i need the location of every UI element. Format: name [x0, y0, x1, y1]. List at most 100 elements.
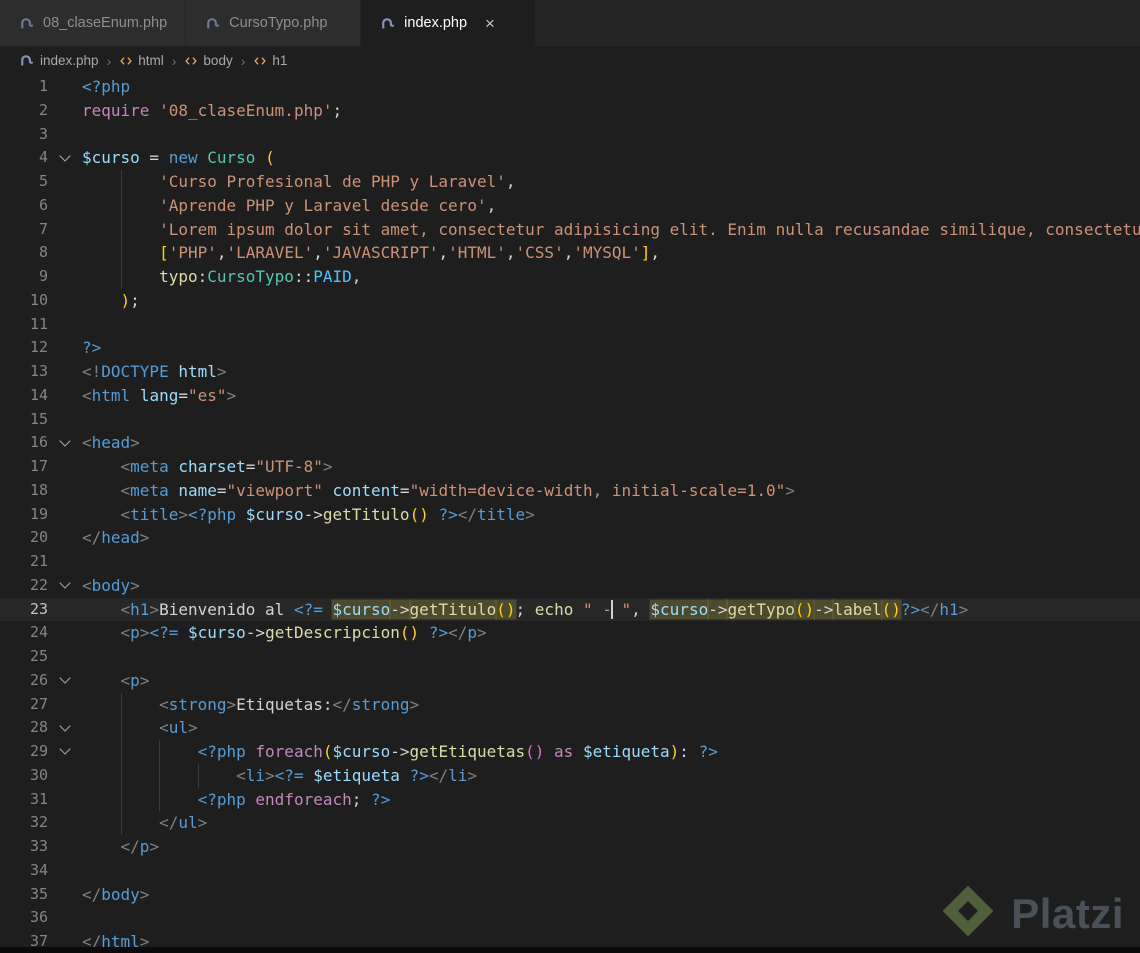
code-text: <h1>Bienvenido al <?= $curso->getTitulo(…	[120, 599, 969, 619]
tab-CursoTypo.php[interactable]: CursoTypo.php	[186, 0, 362, 46]
indent-guide	[120, 217, 122, 242]
code-line-3[interactable]: 3	[0, 123, 1140, 147]
code-line-15[interactable]: 15	[0, 408, 1140, 432]
code-line-26[interactable]: 26 <p>	[0, 669, 1140, 693]
breadcrumb-item-body[interactable]: body	[184, 53, 233, 68]
code-line-10[interactable]: 10);	[0, 289, 1140, 313]
html-symbol-icon	[253, 54, 267, 68]
code-line-16[interactable]: 16 <head>	[0, 431, 1140, 455]
tab-bar: 08_claseEnum.php CursoTypo.php index.php ×	[0, 0, 1140, 46]
indent-guide	[120, 740, 122, 764]
breadcrumb: index.php › html › body › h1	[0, 46, 1140, 75]
code-line-34[interactable]: 34	[0, 859, 1140, 883]
code-line-31[interactable]: 31 <?php endforeach; ?>	[0, 787, 1140, 812]
fold-chevron-icon[interactable]	[48, 431, 82, 455]
code-line-19[interactable]: 19 <title><?php $curso->getTitulo() ?></t…	[0, 503, 1140, 527]
fold-chevron-icon[interactable]	[48, 669, 82, 693]
line-number: 29	[29, 742, 48, 760]
code-line-22[interactable]: 22 <body>	[0, 574, 1140, 598]
breadcrumb-label: html	[138, 53, 164, 68]
fold-chevron-icon[interactable]	[48, 716, 82, 740]
code-line-11[interactable]: 11	[0, 313, 1140, 337]
breadcrumb-item-h1[interactable]: h1	[253, 53, 287, 68]
code-line-28[interactable]: 28 <ul>	[0, 716, 1140, 740]
code-line-7[interactable]: 7 'Lorem ipsum dolor sit amet, consectetu…	[0, 217, 1140, 242]
code-line-35[interactable]: 35 </body>	[0, 883, 1140, 907]
code-text: </p>	[120, 837, 160, 856]
code-line-9[interactable]: 9 typo:CursoTypo::PAID,	[0, 265, 1140, 289]
php-icon	[204, 15, 221, 32]
tab-08_claseEnum.php[interactable]: 08_claseEnum.php	[0, 0, 187, 46]
code-line-23[interactable]: 23 <h1>Bienvenido al <?= $curso->getTitul…	[0, 597, 1140, 622]
line-number: 21	[29, 552, 48, 570]
code-line-2[interactable]: 2 require '08_claseEnum.php';	[0, 99, 1140, 123]
fold-chevron-icon[interactable]	[48, 740, 82, 764]
tab-label: CursoTypo.php	[229, 15, 328, 31]
breadcrumb-item-html[interactable]: html	[119, 53, 164, 68]
line-number: 26	[29, 670, 48, 689]
html-symbol-icon	[184, 54, 198, 68]
code-line-17[interactable]: 17 <meta charset="UTF-8">	[0, 455, 1140, 479]
code-line-29[interactable]: 29 <?php foreach($curso->getEtiquetas() a…	[0, 740, 1140, 764]
tab-label: 08_claseEnum.php	[43, 15, 168, 31]
code-text: <?php	[82, 77, 131, 96]
code-line-1[interactable]: 1 <?php	[0, 75, 1140, 99]
code-line-25[interactable]: 25	[0, 645, 1140, 669]
code-line-18[interactable]: 18 <meta name="viewport" content="width=d…	[0, 479, 1140, 503]
code-text: );	[120, 290, 140, 310]
code-line-20[interactable]: 20 </head>	[0, 526, 1140, 550]
code-line-27[interactable]: 27 <strong>Etiquetas:</strong>	[0, 692, 1140, 717]
code-line-5[interactable]: 5 'Curso Profesional de PHP y Laravel',	[0, 170, 1140, 194]
code-text: <html lang="es">	[82, 385, 237, 405]
code-text: <ul>	[82, 716, 1140, 740]
code-line-13[interactable]: 13 <!DOCTYPE html>	[0, 360, 1140, 384]
indent-guide	[120, 241, 122, 265]
code-line-30[interactable]: 30 <li><?= $etiqueta ?></li>	[0, 763, 1140, 788]
code-line-21[interactable]: 21	[0, 550, 1140, 574]
indent-guide	[120, 787, 122, 812]
line-number: 9	[38, 267, 48, 285]
breadcrumb-item-index.php[interactable]: index.php	[18, 52, 99, 69]
tab-index.php[interactable]: index.php ×	[361, 0, 537, 46]
editor[interactable]: 1 <?php 2 require '08_claseEnum.php'; 3 4 $cur…	[0, 75, 1140, 953]
code-text: <head>	[82, 433, 140, 453]
line-number: 16	[29, 433, 48, 452]
line-number: 5	[38, 172, 48, 190]
code-line-12[interactable]: 12 ?>	[0, 336, 1140, 360]
code-line-32[interactable]: 32 </ul>	[0, 811, 1140, 835]
line-number: 36	[29, 908, 48, 927]
code-line-4[interactable]: 4 $curso = new Curso (	[0, 146, 1140, 170]
code-line-6[interactable]: 6 'Aprende PHP y Laravel desde cero',	[0, 193, 1140, 218]
indent-guide	[159, 787, 161, 812]
code-line-8[interactable]: 8 ['PHP','LARAVEL','JAVASCRIPT','HTML','C…	[0, 241, 1140, 265]
chevron-right-icon: ›	[106, 52, 112, 69]
code-line-36[interactable]: 36	[0, 906, 1140, 930]
code-line-33[interactable]: 33 </p>	[0, 835, 1140, 859]
code-line-24[interactable]: 24 <p><?= $curso->getDescripcion() ?></p>	[0, 621, 1140, 645]
code-text: </head>	[82, 528, 150, 548]
fold-chevron-icon[interactable]	[48, 574, 82, 598]
line-number: 31	[29, 789, 48, 808]
fold-chevron-icon[interactable]	[48, 146, 82, 170]
close-icon[interactable]: ×	[485, 15, 495, 32]
code-text: require '08_claseEnum.php';	[82, 100, 343, 120]
code-text: typo:CursoTypo::PAID,	[82, 265, 1140, 289]
code-text: <?php endforeach; ?>	[82, 787, 1140, 812]
code-line-14[interactable]: 14 <html lang="es">	[0, 384, 1140, 408]
